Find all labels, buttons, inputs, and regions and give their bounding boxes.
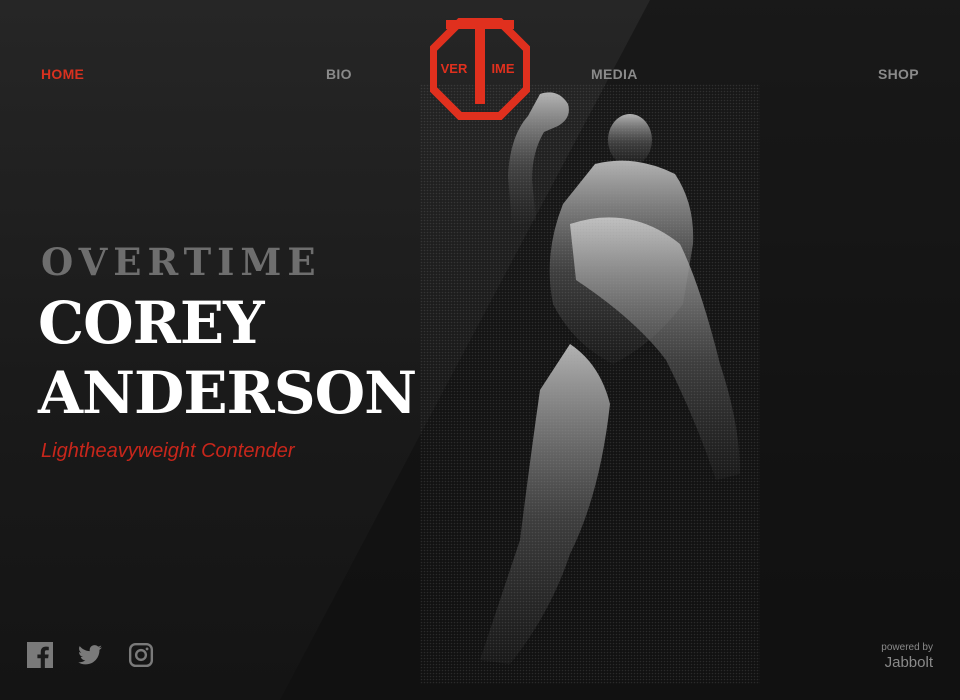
powered-by-label: powered by	[881, 642, 933, 653]
fighter-image	[420, 84, 760, 684]
nav-bio-link[interactable]: BIO	[326, 66, 352, 82]
hero-subtitle: Lightheavyweight Contender	[41, 440, 295, 462]
nav-media-link[interactable]: MEDIA	[591, 66, 638, 82]
hero-kicker: OVERTIME	[41, 240, 322, 284]
instagram-icon[interactable]	[128, 642, 154, 668]
powered-by-brand: Jabbolt	[884, 654, 933, 671]
logo-text-left: VER	[441, 61, 468, 76]
hero-name-line2: ANDERSON	[38, 359, 417, 427]
logo-text-right: IME	[491, 61, 514, 76]
nav-home-link[interactable]: HOME	[41, 66, 84, 82]
hero-name: COREY ANDERSON	[38, 288, 417, 428]
hero-name-line1: COREY	[38, 289, 265, 357]
powered-by[interactable]: powered by Jabbolt	[881, 642, 933, 672]
facebook-icon[interactable]	[27, 642, 53, 668]
twitter-icon[interactable]	[77, 642, 103, 668]
overtime-logo[interactable]: VER IME	[430, 18, 530, 120]
nav-shop-link[interactable]: SHOP	[878, 66, 919, 82]
